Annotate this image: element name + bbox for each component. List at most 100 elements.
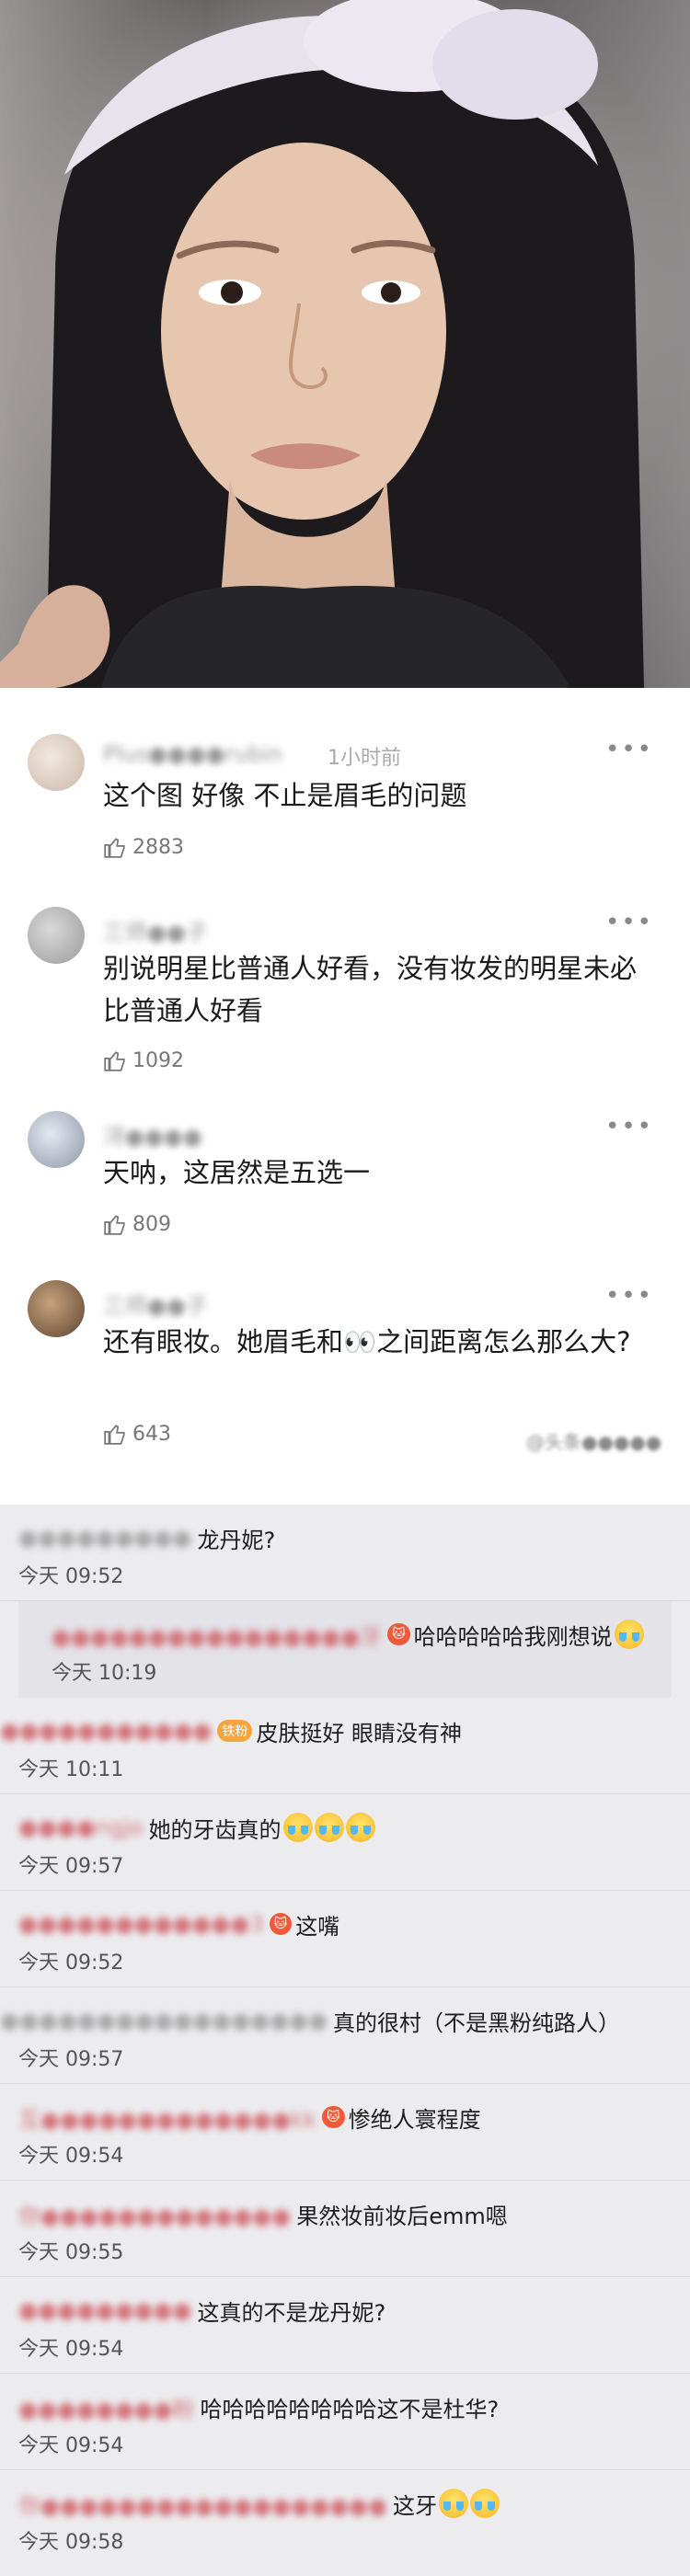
laugh-cry-emoji-icon (282, 1813, 313, 1842)
chat-text: 真的很村（不是黑粉纯路人） (333, 2009, 621, 2036)
chat-line: 你●●●●●●●●●●●●●●●●●● 这牙 (18, 2485, 500, 2522)
chat-message-highlighted: ●●●●●●●●●●●●●●●●牙 🐱 哈哈哈哈哈我刚想说 今天 10:19 (18, 1601, 672, 1698)
chat-time: 今天 09:54 (18, 2145, 124, 2168)
chat-text: 这牙 (392, 2492, 437, 2519)
like-count: 2883 (132, 835, 184, 859)
comment-list: Plus●●●●rubin 1小时前 ••• 这个图 好像 不止是眉毛的问题 2… (0, 688, 690, 1505)
screenshot-root: Plus●●●●rubin 1小时前 ••• 这个图 好像 不止是眉毛的问题 2… (0, 0, 690, 2576)
thumbs-up-icon (104, 1425, 125, 1445)
avatar[interactable] (28, 734, 85, 791)
chat-nickname[interactable]: ●●●●●●●●●●● (0, 1718, 212, 1744)
chat-nickname[interactable]: ●●●●●●●●●●●●●●●●● (0, 2008, 328, 2033)
chat-message: ●●●●●●●●●●● 铁粉 皮肤挺好 眼睛没有神 今天 10:11 (0, 1698, 690, 1794)
chat-time: 今天 10:19 (52, 1662, 157, 1685)
comment-username[interactable]: 三师●●子 (103, 914, 208, 945)
chat-line: ●●●●●●●●●●● 铁粉 皮肤挺好 眼睛没有神 (0, 1712, 462, 1749)
chat-time: 今天 09:52 (18, 1565, 124, 1588)
comment-text: 别说明星比普通人好看，没有妆发的明星未必比普通人好看 (103, 953, 638, 1026)
chat-text: 惨绝人寰程度 (348, 2106, 481, 2133)
chat-time: 今天 09:55 (18, 2241, 124, 2264)
chat-message: ●●●●●●●●●●●●3 🐱 这嘴 今天 09:52 (0, 1891, 690, 1987)
like-count: 643 (132, 1422, 171, 1446)
chat-nickname[interactable]: ●●●●●●●●●●●●●●●●牙 (52, 1619, 382, 1651)
chat-line: ●●●●●●●●●●●●3 🐱 这嘴 (18, 1906, 339, 1942)
avatar[interactable] (28, 907, 85, 964)
fan-badge: 🐱 (387, 1623, 410, 1645)
like-button[interactable]: 1092 (103, 1045, 184, 1076)
chat-text: 她的牙齿真的 (148, 1816, 282, 1843)
chat-text: 这嘴 (295, 1913, 340, 1940)
avatar[interactable] (28, 1280, 85, 1337)
thumbs-up-icon (104, 1051, 125, 1071)
chat-line: ●●●●●●●●●●●●●●●●● 真的很村（不是黑粉纯路人） (0, 2002, 620, 2039)
chat-time: 今天 09:57 (18, 1855, 124, 1878)
chat-text: 龙丹妮? (197, 1527, 276, 1553)
more-options-icon[interactable]: ••• (605, 1282, 653, 1310)
chat-text: 这真的不是龙丹妮? (197, 2299, 386, 2326)
comment-username[interactable]: Plus●●●●rubin (103, 741, 282, 767)
comment-text: 这个图 好像 不止是眉毛的问题 (103, 780, 467, 811)
chat-nickname[interactable]: 你●●●●●●●●●●●●●●●●●● (18, 2488, 387, 2520)
laugh-cry-emoji-icon (438, 2489, 468, 2518)
chat-text: 果然妆前妆后emm嗯 (296, 2203, 508, 2229)
chat-nickname[interactable]: ●●●●ngjo (18, 1815, 144, 1840)
chat-message: ●●●●ngjo 她的牙齿真的 今天 09:57 (0, 1794, 690, 1891)
chat-time: 今天 09:54 (18, 2338, 124, 2361)
avatar[interactable] (28, 1111, 85, 1168)
chat-time: 今天 09:54 (18, 2434, 124, 2457)
fan-badge: 🐱 (269, 1913, 293, 1935)
more-options-icon[interactable]: ••• (605, 909, 653, 936)
chat-time: 今天 09:57 (18, 2048, 124, 2071)
comment-text: 天呐，这居然是五选一 (103, 1157, 371, 1188)
chat-text: 皮肤挺好 眼睛没有神 (256, 1720, 462, 1746)
chat-time: 今天 09:52 (18, 1952, 124, 1975)
chat-message: ●●●●●●●●● 这真的不是龙丹妮? 今天 09:54 (0, 2277, 690, 2374)
thumbs-up-icon (104, 838, 125, 858)
chat-line: ●●●●●●●●●●●●●●●●牙 🐱 哈哈哈哈哈我刚想说 (52, 1616, 644, 1653)
chat-line: ●●●●●●●●● 龙丹妮? (18, 1519, 275, 1556)
chat-message: 互●●●●●●●●●●●●●kk 🐱 惨绝人寰程度 今天 09:54 (0, 2084, 690, 2181)
chat-time: 今天 10:11 (18, 1758, 124, 1781)
portrait-illustration (0, 0, 644, 688)
chat-line: 互●●●●●●●●●●●●●kk 🐱 惨绝人寰程度 (18, 2099, 481, 2135)
like-count: 1092 (132, 1048, 184, 1072)
chat-time: 今天 09:58 (18, 2531, 124, 2554)
chat-line: 你●●●●●●●●●●●●● 果然妆前妆后emm嗯 (18, 2195, 508, 2232)
watermark: @头条●●●●● (526, 1431, 662, 1453)
like-button[interactable]: 809 (103, 1208, 171, 1240)
chat-nickname[interactable]: ●●●●●●●●粉 (18, 2391, 195, 2423)
chat-nickname[interactable]: 你●●●●●●●●●●●●● (18, 2198, 291, 2230)
laugh-cry-emoji-icon (469, 2489, 500, 2518)
fan-badge: 🐱 (322, 2106, 345, 2128)
chat-message: 你●●●●●●●●●●●●● 果然妆前妆后emm嗯 今天 09:55 (0, 2181, 690, 2277)
chat-message: 你●●●●●●●●●●●●●●●●●● 这牙 今天 09:58 (0, 2470, 690, 2567)
thumbs-up-icon (104, 1215, 125, 1235)
laugh-cry-emoji-icon (345, 1813, 375, 1842)
comment-username[interactable]: 三师●●子 (103, 1288, 208, 1319)
like-button[interactable]: 643 (103, 1418, 171, 1449)
chat-message: ●●●●●●●●● 龙丹妮? 今天 09:52 (0, 1505, 690, 1601)
chat-line: ●●●●●●●●● 这真的不是龙丹妮? (18, 2292, 385, 2329)
more-options-icon[interactable]: ••• (605, 1113, 653, 1140)
chat-line: ●●●●ngjo 她的牙齿真的 (18, 1809, 375, 1846)
post-photo (0, 0, 690, 688)
chat-nickname[interactable]: ●●●●●●●●● (18, 2297, 191, 2323)
chat-nickname[interactable]: ●●●●●●●●●●●●3 (18, 1911, 264, 1937)
fan-badge: 铁粉 (217, 1720, 253, 1742)
chat-list: ●●●●●●●●● 龙丹妮? 今天 09:52 ●●●●●●●●●●●●●●●●… (0, 1505, 690, 2576)
laugh-cry-emoji-icon (314, 1813, 344, 1842)
chat-line: ●●●●●●●●粉 哈哈哈哈哈哈哈哈这不是杜华? (18, 2388, 499, 2425)
chat-text: 哈哈哈哈哈哈哈哈这不是杜华? (200, 2396, 500, 2422)
chat-nickname[interactable]: ●●●●●●●●● (18, 1525, 191, 1551)
more-options-icon[interactable]: ••• (605, 736, 653, 763)
like-count: 809 (132, 1212, 171, 1236)
chat-message: ●●●●●●●●粉 哈哈哈哈哈哈哈哈这不是杜华? 今天 09:54 (0, 2374, 690, 2470)
laugh-cry-emoji-icon (614, 1620, 644, 1649)
comment-time: 1小时前 (328, 747, 401, 770)
chat-nickname[interactable]: 互●●●●●●●●●●●●●kk (18, 2101, 316, 2134)
chat-message: ●●●●●●●●●●●●●●●●● 真的很村（不是黑粉纯路人） 今天 09:57 (0, 1987, 690, 2084)
comment-text: 还有眼妆。她眉毛和👀之间距离怎么那么大? (103, 1326, 631, 1357)
chat-text: 哈哈哈哈哈我刚想说 (413, 1623, 613, 1650)
like-button[interactable]: 2883 (103, 831, 184, 863)
comment-username[interactable]: 浔●●●● (103, 1118, 202, 1150)
